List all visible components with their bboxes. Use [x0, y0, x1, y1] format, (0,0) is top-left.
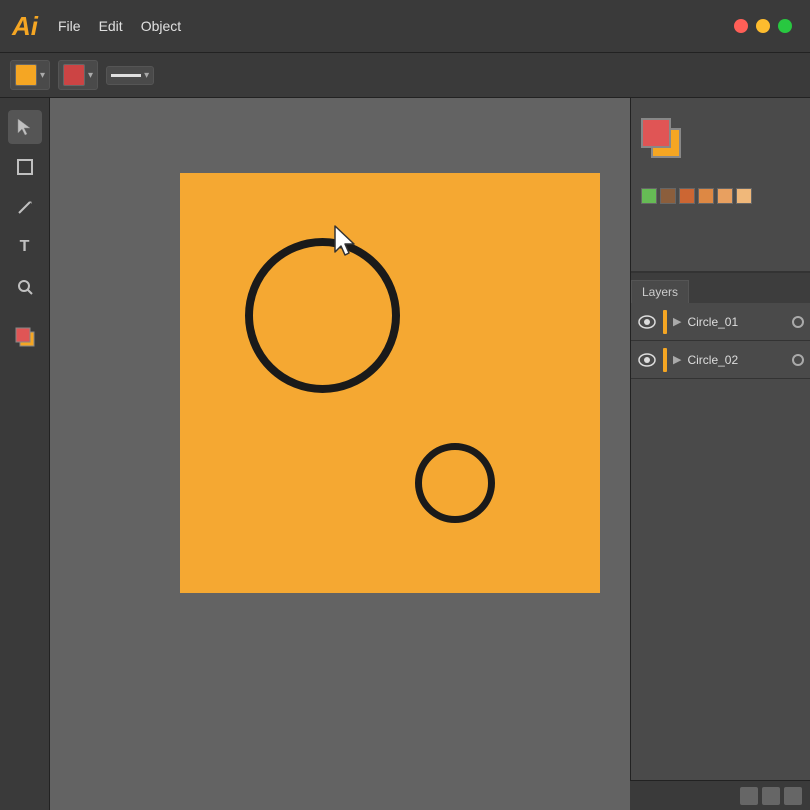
- swatch-row: [641, 188, 752, 204]
- eye-svg-circle02: [638, 353, 656, 367]
- layer-target-circle02[interactable]: [792, 354, 804, 366]
- select-tool-button[interactable]: [8, 110, 42, 144]
- fill-chevron-icon[interactable]: ▾: [40, 70, 45, 81]
- layer-name-circle02: Circle_02: [687, 353, 786, 367]
- zoom-tool-icon: [16, 278, 34, 296]
- panel-icon-2[interactable]: [762, 787, 780, 805]
- fill-swatch-group[interactable]: ▾: [10, 60, 50, 90]
- toolbox: T: [0, 98, 50, 810]
- artboard-tool-icon: [14, 326, 36, 348]
- close-button[interactable]: [734, 19, 748, 33]
- menu-object[interactable]: Object: [141, 18, 181, 34]
- swatch-orange3[interactable]: [717, 188, 733, 204]
- layers-tab[interactable]: Layers: [631, 280, 689, 303]
- fill-color-swatch[interactable]: [15, 64, 37, 86]
- layer-color-strip-circle01: [663, 310, 667, 334]
- canvas-area[interactable]: [50, 98, 630, 810]
- rectangle-tool-button[interactable]: [8, 150, 42, 184]
- pencil-tool-button[interactable]: [8, 190, 42, 224]
- swatch-green[interactable]: [641, 188, 657, 204]
- layer-name-circle01: Circle_01: [687, 315, 786, 329]
- layer-item-circle02[interactable]: ▶ Circle_02: [631, 341, 810, 379]
- stroke-line-preview: [111, 74, 141, 77]
- swatches-panel: [631, 98, 810, 273]
- layer-color-strip-circle02: [663, 348, 667, 372]
- maximize-button[interactable]: [778, 19, 792, 33]
- layer-expand-icon-circle02[interactable]: ▶: [673, 353, 681, 366]
- panel-icon-1[interactable]: [740, 787, 758, 805]
- swatch-orange1[interactable]: [679, 188, 695, 204]
- pencil-tool-icon: [16, 198, 34, 216]
- menu-edit[interactable]: Edit: [99, 18, 123, 34]
- menu-file[interactable]: File: [58, 18, 81, 34]
- swatch-orange4[interactable]: [736, 188, 752, 204]
- eye-svg-circle01: [638, 315, 656, 329]
- panel-icon-3[interactable]: [784, 787, 802, 805]
- stroke-width-group[interactable]: ▾: [106, 66, 154, 85]
- rectangle-tool-icon: [16, 158, 34, 176]
- text-tool-icon: T: [20, 238, 30, 256]
- layers-tabs: Layers: [631, 273, 810, 303]
- layer-target-circle01[interactable]: [792, 316, 804, 328]
- swatch-area: [641, 108, 800, 204]
- stroke-chevron-icon[interactable]: ▾: [88, 70, 93, 81]
- layer-expand-icon-circle01[interactable]: ▶: [673, 315, 681, 328]
- select-tool-icon: [16, 117, 34, 137]
- titlebar: Ai File Edit Object: [0, 0, 810, 53]
- minimize-button[interactable]: [756, 19, 770, 33]
- main-area: T: [0, 98, 810, 810]
- swatch-brown[interactable]: [660, 188, 676, 204]
- app-logo: Ai: [12, 11, 38, 42]
- front-swatch[interactable]: [641, 118, 671, 148]
- right-panel: Layers ▶ Circle_01: [630, 98, 810, 810]
- circle-small[interactable]: [415, 443, 495, 523]
- artboard: [180, 173, 600, 593]
- stroke-color-swatch[interactable]: [63, 64, 85, 86]
- window-controls: [734, 19, 792, 33]
- circle-large[interactable]: [245, 238, 400, 393]
- swatch-orange2[interactable]: [698, 188, 714, 204]
- bottom-bar: [630, 780, 810, 810]
- text-tool-button[interactable]: T: [8, 230, 42, 264]
- stroke-swatch-group[interactable]: ▾: [58, 60, 98, 90]
- layers-panel: Layers ▶ Circle_01: [631, 273, 810, 810]
- stroke-width-chevron-icon[interactable]: ▾: [144, 70, 149, 81]
- toolbar: ▾ ▾ ▾: [0, 53, 810, 98]
- layer-item-circle01[interactable]: ▶ Circle_01: [631, 303, 810, 341]
- zoom-tool-button[interactable]: [8, 270, 42, 304]
- visibility-icon-circle01[interactable]: [637, 312, 657, 332]
- artboard-tool-button[interactable]: [8, 320, 42, 354]
- visibility-icon-circle02[interactable]: [637, 350, 657, 370]
